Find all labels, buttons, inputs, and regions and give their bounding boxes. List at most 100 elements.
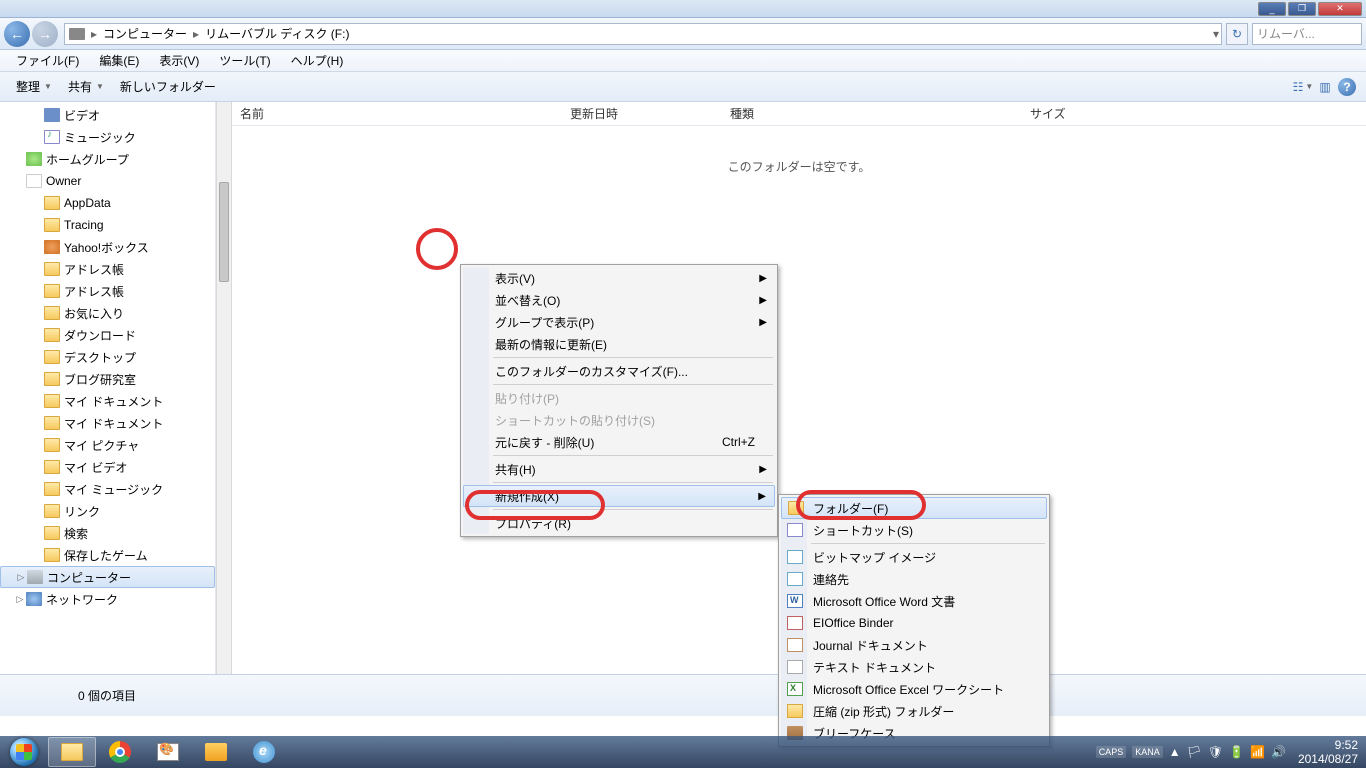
organize-button[interactable]: 整理▼ [8, 78, 60, 95]
submenu-item[interactable]: ビットマップ イメージ [781, 546, 1047, 568]
tree-item[interactable]: 保存したゲーム [0, 544, 215, 566]
tree-item[interactable]: 検索 [0, 522, 215, 544]
scrollbar-thumb[interactable] [219, 182, 229, 282]
tree-item[interactable]: Tracing [0, 214, 215, 236]
status-bar: 0 個の項目 [0, 674, 1366, 716]
ime-caps[interactable]: CAPS [1096, 746, 1127, 758]
col-name[interactable]: 名前 [232, 105, 562, 122]
tree-item[interactable]: ミュージック [0, 126, 215, 148]
expander-icon[interactable]: ▷ [14, 594, 26, 605]
back-button[interactable]: ← [4, 21, 30, 47]
tray-expand-icon[interactable]: ▲ [1169, 745, 1181, 759]
menu-help[interactable]: ヘルプ(H) [281, 52, 354, 69]
tree-item[interactable]: ▷コンピューター [0, 566, 215, 588]
taskbar-chrome[interactable] [96, 737, 144, 767]
submenu-item[interactable]: ショートカット(S) [781, 519, 1047, 541]
tree-item[interactable]: アドレス帳 [0, 258, 215, 280]
windows-orb-icon [10, 738, 38, 766]
tray-icon[interactable]: 🔋 [1229, 745, 1244, 759]
expander-icon[interactable]: ▷ [15, 572, 27, 583]
breadcrumb-drive[interactable]: リムーバブル ディスク (F:) [201, 25, 353, 42]
maximize-button[interactable]: ❐ [1288, 2, 1316, 16]
preview-pane-button[interactable]: ▥ [1314, 76, 1336, 98]
tree-item[interactable]: マイ ドキュメント [0, 412, 215, 434]
col-size[interactable]: サイズ [1022, 105, 1122, 122]
sidebar-scrollbar[interactable] [216, 102, 232, 674]
ctx-share[interactable]: 共有(H)▶ [463, 458, 775, 480]
help-button[interactable]: ? [1336, 76, 1358, 98]
file-type-icon [787, 594, 803, 608]
menu-edit[interactable]: 編集(E) [89, 52, 149, 69]
tree-item[interactable]: リンク [0, 500, 215, 522]
taskbar-outlook[interactable] [192, 737, 240, 767]
ctx-sort[interactable]: 並べ替え(O)▶ [463, 289, 775, 311]
ctx-undo[interactable]: 元に戻す - 削除(U)Ctrl+Z [463, 431, 775, 453]
share-button[interactable]: 共有▼ [60, 78, 112, 95]
taskbar-explorer[interactable] [48, 737, 96, 767]
tree-item[interactable]: ▷ネットワーク [0, 588, 215, 610]
col-type[interactable]: 種類 [722, 105, 1022, 122]
folder-icon [44, 328, 60, 342]
tray-icon[interactable]: 🛡 [1208, 745, 1223, 759]
col-modified[interactable]: 更新日時 [562, 105, 722, 122]
ctx-refresh[interactable]: 最新の情報に更新(E) [463, 333, 775, 355]
tree-item[interactable]: マイ ドキュメント [0, 390, 215, 412]
ctx-properties[interactable]: プロパティ(R) [463, 512, 775, 534]
navigation-bar: ← → ▸ コンピューター ▸ リムーバブル ディスク (F:) ▾ ↻ リムー… [0, 18, 1366, 50]
close-button[interactable]: ✕ [1318, 2, 1362, 16]
tree-item[interactable]: マイ ピクチャ [0, 434, 215, 456]
dropdown-icon: ▼ [44, 82, 52, 91]
submenu-item[interactable]: テキスト ドキュメント [781, 656, 1047, 678]
start-button[interactable] [0, 736, 48, 768]
tree-item[interactable]: お気に入り [0, 302, 215, 324]
tree-item[interactable]: ダウンロード [0, 324, 215, 346]
menu-file[interactable]: ファイル(F) [6, 52, 89, 69]
forward-button[interactable]: → [32, 21, 58, 47]
submenu-item[interactable]: Journal ドキュメント [781, 634, 1047, 656]
submenu-item[interactable]: Microsoft Office Word 文書 [781, 590, 1047, 612]
folder-icon [27, 570, 43, 584]
tree-item-label: Tracing [64, 218, 104, 232]
tray-icon[interactable]: 🏳 [1187, 745, 1202, 759]
tree-item[interactable]: デスクトップ [0, 346, 215, 368]
new-folder-button[interactable]: 新しいフォルダー [112, 78, 224, 95]
folder-icon [44, 394, 60, 408]
submenu-item[interactable]: 圧縮 (zip 形式) フォルダー [781, 700, 1047, 722]
tree-item[interactable]: Owner [0, 170, 215, 192]
navigation-tree[interactable]: ビデオミュージックホームグループOwner AppData Tracing Yahoo… [0, 102, 216, 674]
menu-view[interactable]: 表示(V) [149, 52, 209, 69]
tree-item[interactable]: ブログ研究室 [0, 368, 215, 390]
breadcrumb-computer[interactable]: コンピューター [99, 25, 191, 42]
view-mode-button[interactable]: ☷▼ [1292, 76, 1314, 98]
submenu-item[interactable]: Microsoft Office Excel ワークシート [781, 678, 1047, 700]
menu-tools[interactable]: ツール(T) [209, 52, 280, 69]
submenu-item[interactable]: EIOffice Binder [781, 612, 1047, 634]
tree-item[interactable]: マイ ビデオ [0, 456, 215, 478]
taskbar-paint[interactable] [144, 737, 192, 767]
tree-item-label: AppData [64, 196, 111, 210]
minimize-button[interactable]: _ [1258, 2, 1286, 16]
tray-network-icon[interactable]: 📶 [1250, 745, 1265, 759]
search-input[interactable]: リムーバ... [1252, 23, 1362, 45]
folder-icon [44, 372, 60, 386]
tree-item[interactable]: アドレス帳 [0, 280, 215, 302]
ctx-view[interactable]: 表示(V)▶ [463, 267, 775, 289]
ctx-group[interactable]: グループで表示(P)▶ [463, 311, 775, 333]
submenu-item[interactable]: 連絡先 [781, 568, 1047, 590]
ctx-new[interactable]: 新規作成(X)▶ [463, 485, 775, 507]
ctx-customize[interactable]: このフォルダーのカスタマイズ(F)... [463, 360, 775, 382]
tray-volume-icon[interactable]: 🔊 [1271, 745, 1286, 759]
taskbar-ie[interactable] [240, 737, 288, 767]
tree-item[interactable]: ホームグループ [0, 148, 215, 170]
tree-item[interactable]: マイ ミュージック [0, 478, 215, 500]
address-dropdown-icon[interactable]: ▾ [1211, 27, 1221, 41]
system-tray[interactable]: CAPS KANA ▲ 🏳 🛡 🔋 📶 🔊 9:52 2014/08/27 [1088, 738, 1366, 767]
refresh-button[interactable]: ↻ [1226, 23, 1248, 45]
ime-kana[interactable]: KANA [1132, 746, 1163, 758]
taskbar-clock[interactable]: 9:52 2014/08/27 [1298, 738, 1358, 767]
tree-item[interactable]: AppData [0, 192, 215, 214]
tree-item[interactable]: Yahoo!ボックス [0, 236, 215, 258]
submenu-item[interactable]: フォルダー(F) [781, 497, 1047, 519]
address-bar[interactable]: ▸ コンピューター ▸ リムーバブル ディスク (F:) ▾ [64, 23, 1222, 45]
tree-item[interactable]: ビデオ [0, 104, 215, 126]
